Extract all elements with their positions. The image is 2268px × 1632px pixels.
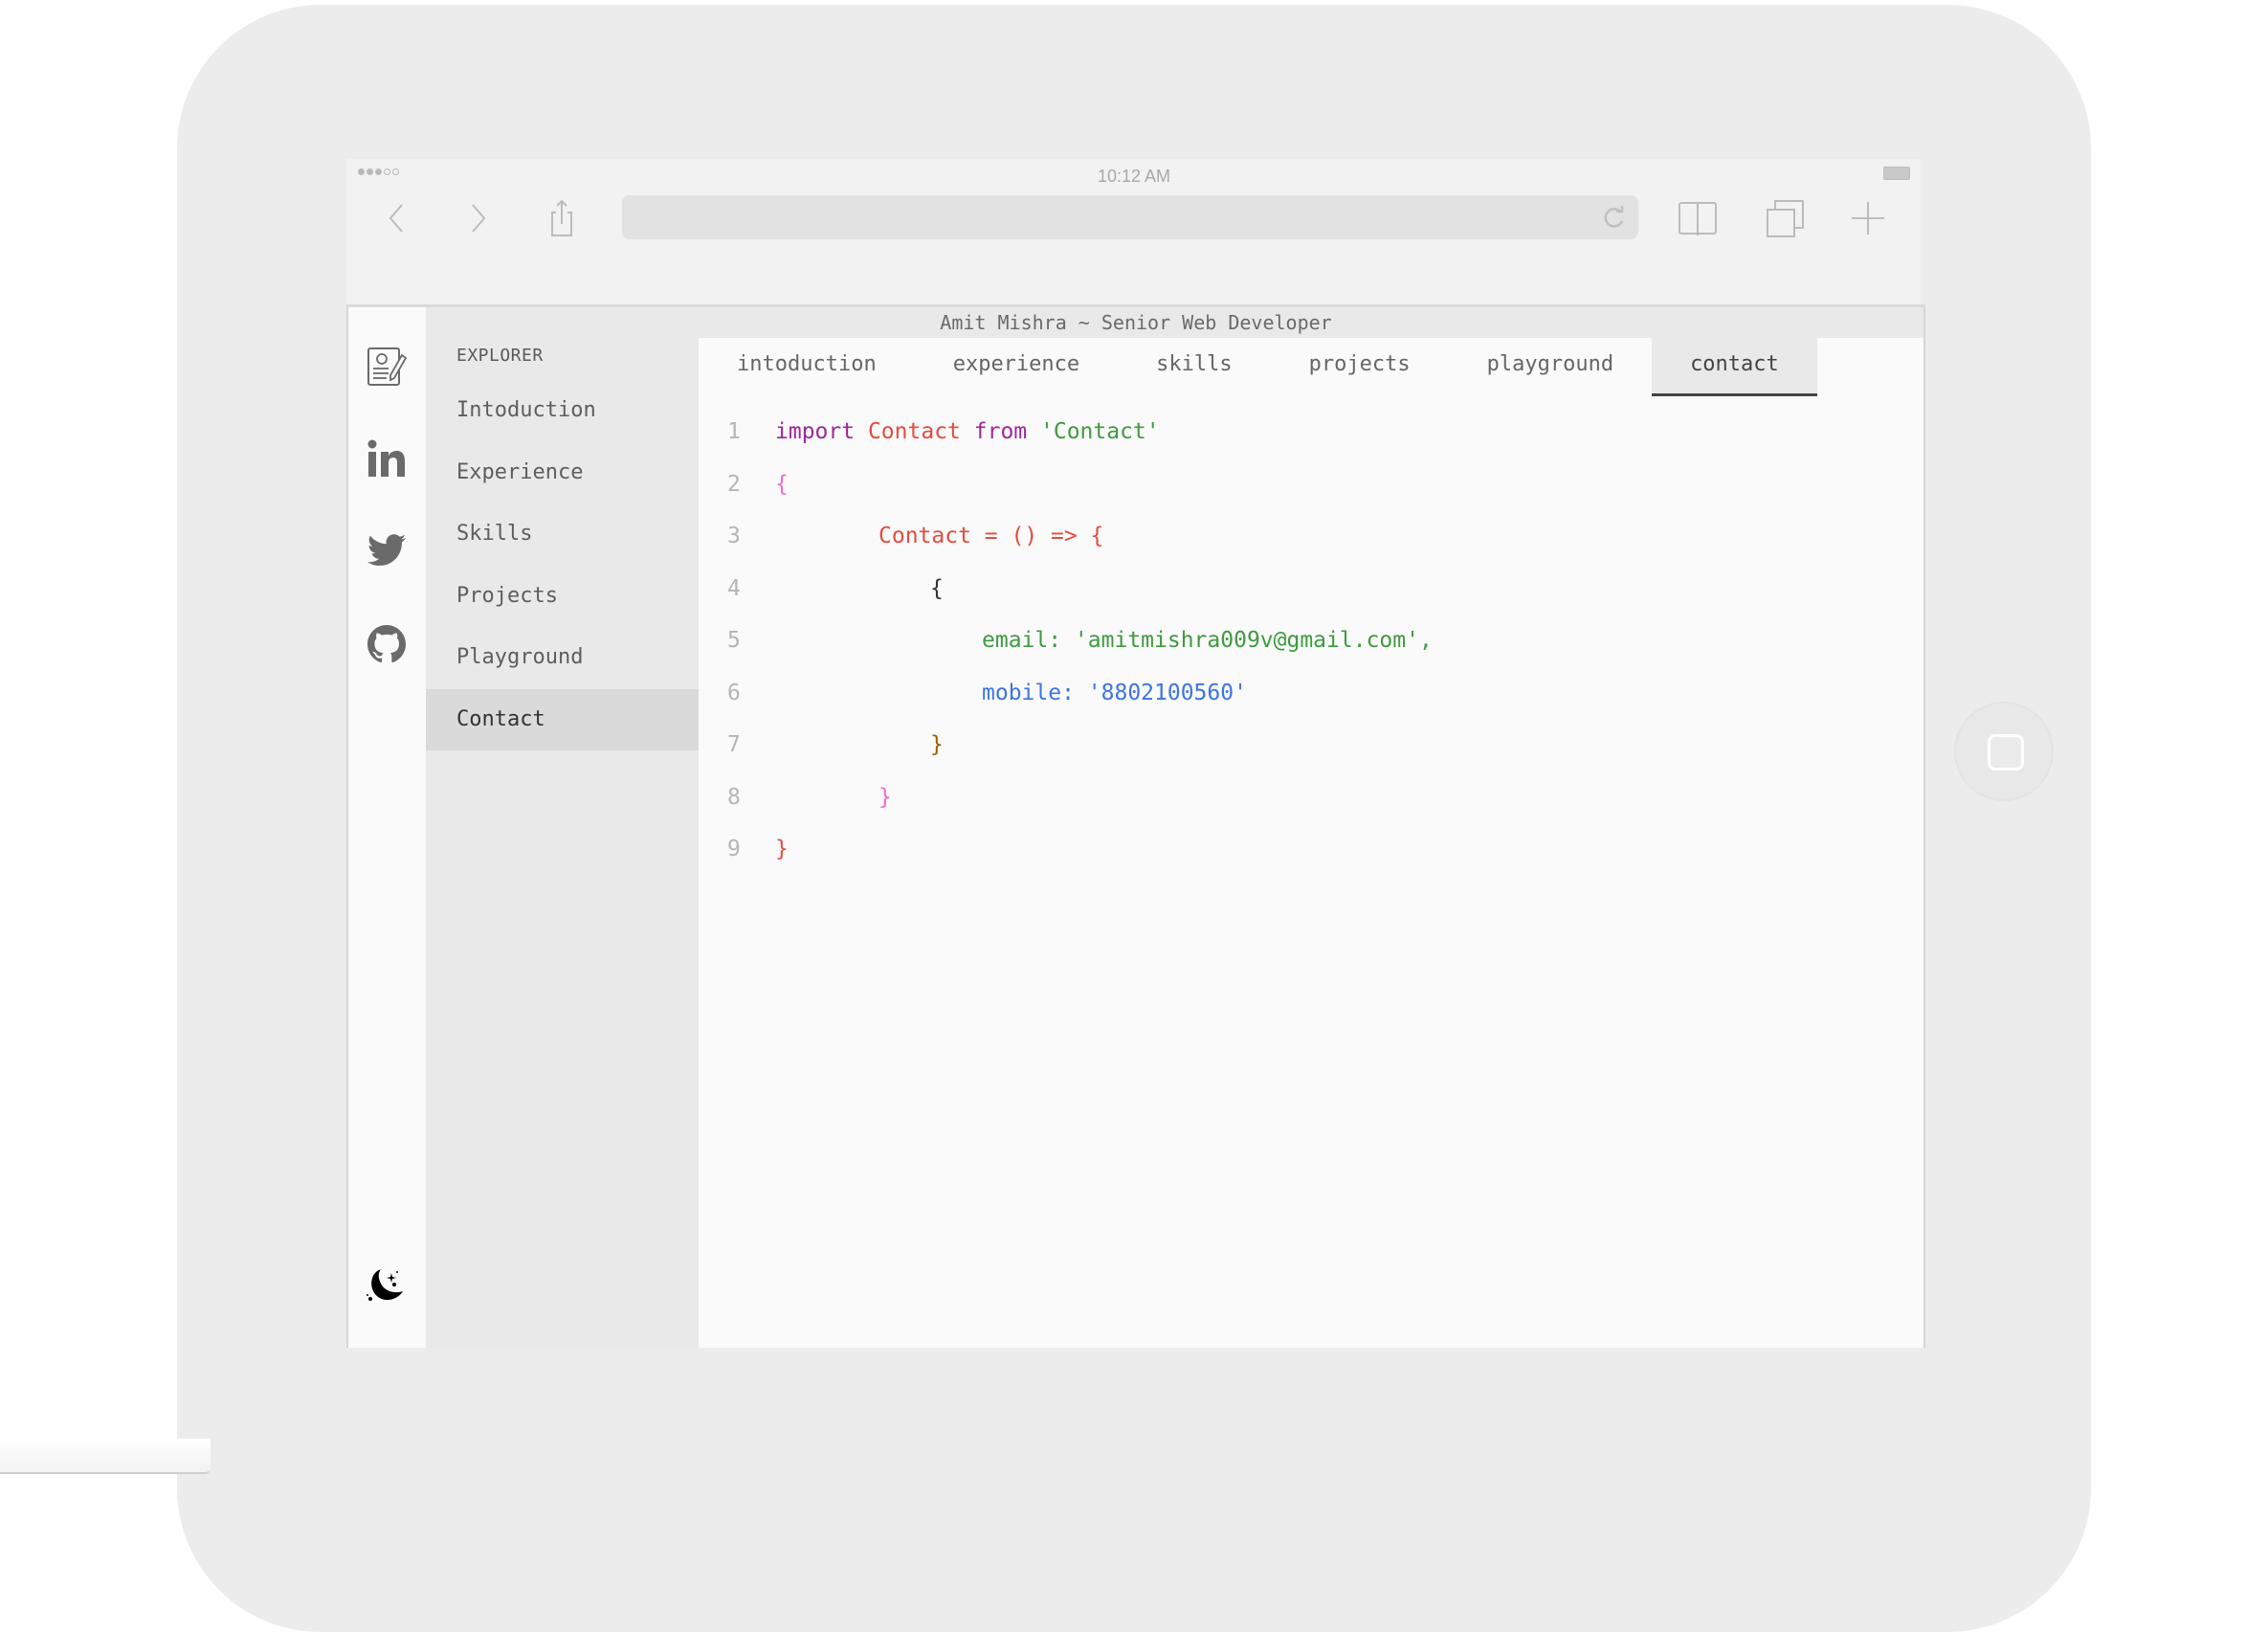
code-token: import	[775, 419, 856, 444]
code-token: }	[930, 732, 944, 757]
explorer-item-projects[interactable]: Projects	[426, 566, 699, 627]
tab-playground[interactable]: playground	[1449, 338, 1652, 393]
status-time: 10:12 AM	[1097, 167, 1171, 186]
code-token: mobile:	[982, 680, 1088, 705]
window-title: Amit Mishra ~ Senior Web Developer	[699, 307, 1923, 338]
moon-icon	[367, 1269, 403, 1301]
code-token: }	[775, 837, 789, 861]
code-text: import Contact from 'Contact'	[775, 413, 1160, 451]
code-text: mobile: '8802100560'	[982, 674, 1247, 712]
line-number: 5	[727, 628, 741, 653]
tab-contact[interactable]: contact	[1652, 338, 1817, 396]
url-bar[interactable]	[622, 195, 1638, 239]
code-text: Contact = () => {	[878, 517, 1103, 555]
github-link[interactable]	[366, 623, 408, 665]
explorer-panel: EXPLORER Intoduction Experience Skills Proj…	[426, 307, 699, 1348]
code-token: Contact	[867, 419, 961, 444]
line-number: 4	[727, 575, 741, 601]
explorer-item-skills[interactable]: Skills	[426, 503, 699, 565]
tabs-button[interactable]	[1767, 199, 1805, 237]
browser-chrome: 10:12 AM	[346, 159, 1922, 304]
explorer-item-playground[interactable]: Playground	[426, 627, 699, 688]
line-number: 2	[727, 471, 741, 497]
tab-experience[interactable]: experience	[915, 338, 1118, 393]
code-text: email: 'amitmishra009v@gmail.com',	[982, 621, 1433, 660]
back-button[interactable]	[377, 199, 415, 237]
title-text: Amit Mishra ~ Senior Web Developer	[940, 311, 1332, 334]
bottom-bar	[0, 1439, 211, 1474]
code-token: '8802100560'	[1087, 680, 1247, 705]
line-number: 1	[727, 419, 741, 444]
twitter-link[interactable]	[366, 529, 408, 571]
app-window: EXPLORER Intoduction Experience Skills Proj…	[346, 304, 1925, 1348]
explorer-item-experience[interactable]: Experience	[426, 442, 699, 503]
tab-bar: intoduction experience skills projects playg…	[699, 338, 1817, 396]
tabs-icon	[1767, 200, 1804, 237]
code-token: }	[878, 784, 892, 810]
battery-icon	[1883, 167, 1910, 180]
code-token: Contact = () => {	[878, 524, 1104, 548]
bookmarks-button[interactable]	[1679, 199, 1717, 237]
new-tab-button[interactable]	[1849, 199, 1887, 237]
tab-skills[interactable]: skills	[1118, 338, 1270, 393]
linkedin-icon	[367, 439, 405, 477]
activity-bar	[348, 307, 426, 1348]
explorer-item-contact[interactable]: Contact	[426, 688, 699, 750]
code-text: }	[775, 830, 789, 868]
editor: intoduction experience skills projects playg…	[699, 338, 1923, 1348]
resume-link[interactable]	[366, 346, 408, 388]
code-text: {	[775, 465, 789, 503]
code-token: 'Contact'	[1040, 419, 1160, 444]
line-number: 3	[727, 524, 741, 548]
github-icon	[367, 625, 406, 663]
line-number: 6	[727, 680, 741, 705]
code-text: }	[878, 778, 892, 816]
line-number: 8	[727, 784, 741, 810]
twitter-icon	[367, 534, 406, 566]
forward-button[interactable]	[459, 199, 498, 237]
code-token: email: 'amitmishra009v@gmail.com',	[982, 628, 1433, 653]
linkedin-link[interactable]	[366, 438, 408, 481]
tab-intoduction[interactable]: intoduction	[699, 338, 915, 393]
code-token: {	[775, 471, 789, 497]
chevron-right-icon	[472, 204, 486, 233]
code-token: {	[930, 575, 944, 601]
book-icon	[1679, 202, 1717, 235]
share-button[interactable]	[543, 199, 581, 237]
line-number: 7	[727, 732, 741, 757]
resume-icon	[367, 347, 408, 386]
code-text: {	[930, 570, 944, 608]
code-text: }	[930, 726, 944, 764]
line-number: 9	[727, 837, 741, 861]
tab-projects[interactable]: projects	[1271, 338, 1449, 393]
code-token: from	[973, 419, 1028, 444]
theme-toggle[interactable]	[366, 1264, 408, 1307]
share-icon	[551, 199, 572, 236]
explorer-item-intoduction[interactable]: Intoduction	[426, 380, 699, 441]
plus-icon	[1852, 202, 1884, 235]
home-button[interactable]	[1954, 702, 2054, 801]
chevron-left-icon	[389, 204, 403, 233]
explorer-header: EXPLORER	[456, 346, 544, 366]
reload-icon[interactable]	[1600, 203, 1629, 232]
home-square-icon	[1988, 734, 2024, 771]
